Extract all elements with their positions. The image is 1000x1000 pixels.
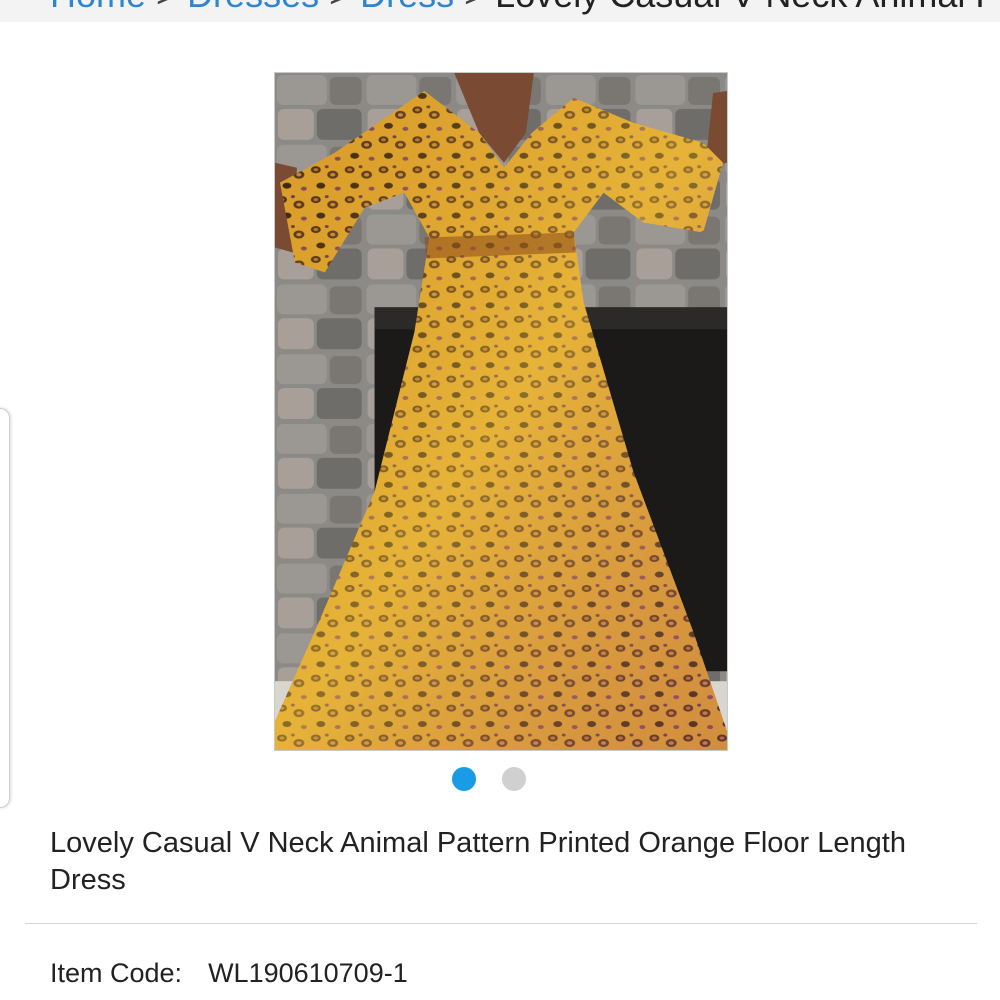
breadcrumb: Home > Dresses > Dress > Lovely Casual V Neck … <box>0 0 1000 22</box>
breadcrumb-separator: > <box>156 0 177 15</box>
breadcrumb-dress-link[interactable]: Dress <box>360 0 454 15</box>
carousel-dot[interactable] <box>502 767 526 791</box>
product-image[interactable] <box>275 73 727 750</box>
carousel-dot-active[interactable] <box>452 767 476 791</box>
carousel-dots <box>452 767 526 791</box>
divider <box>25 923 977 924</box>
item-code-label: Item Code: <box>50 958 183 988</box>
breadcrumb-home-link[interactable]: Home <box>50 0 146 15</box>
item-code-value: WL190610709-1 <box>208 958 408 988</box>
product-title: Lovely Casual V Neck Animal Pattern Prin… <box>50 827 906 896</box>
product-page: Home > Dresses > Dress > Lovely Casual V Neck … <box>0 0 1000 1000</box>
side-drawer-handle[interactable] <box>0 408 10 808</box>
breadcrumb-separator: > <box>329 0 350 15</box>
breadcrumb-current: Lovely Casual V Neck Animal Patt... <box>495 0 1000 15</box>
item-code: Item Code: WL190610709-1 <box>50 956 408 990</box>
product-image-frame[interactable] <box>274 72 728 751</box>
breadcrumb-dresses-link[interactable]: Dresses <box>187 0 319 15</box>
breadcrumb-separator: > <box>464 0 485 15</box>
